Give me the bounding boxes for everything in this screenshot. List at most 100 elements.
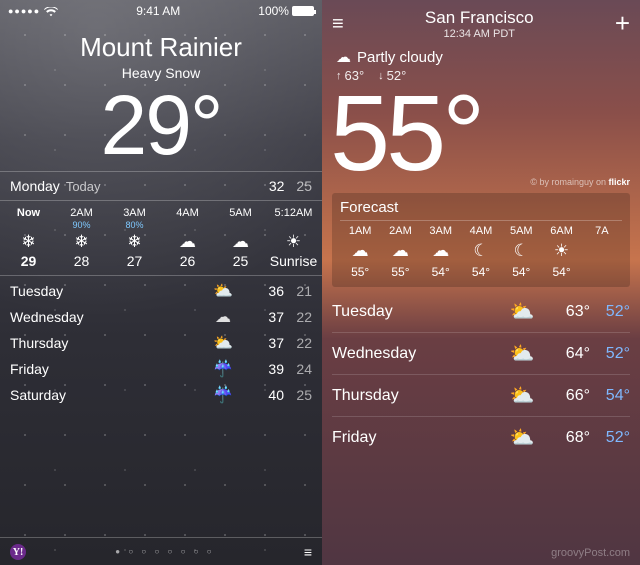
- hour-time: 7A: [582, 225, 622, 237]
- weather-icon: ❄︎: [2, 233, 55, 250]
- today-lo: 25: [296, 178, 312, 194]
- weather-icon: ⛅: [502, 425, 542, 450]
- yahoo-icon: Y!: [10, 544, 26, 560]
- hour-temp: Sunrise: [267, 253, 320, 269]
- condition-line: ☁︎ Partly cloudy: [336, 48, 626, 66]
- weather-icon: ⛅: [208, 333, 238, 353]
- weather-icon: ☁︎: [161, 233, 214, 250]
- hourly-col: 3AM ☁︎ 54°: [421, 225, 461, 279]
- weather-icon: ⛅: [502, 341, 542, 366]
- daily-row: Tuesday ⛅ 63° 52°: [332, 291, 630, 333]
- day-name: Saturday: [10, 387, 66, 403]
- day-hi: 37: [256, 309, 284, 325]
- hourly-col: 5AM ☁︎ 25: [214, 207, 267, 269]
- day-hi: 36: [256, 283, 284, 299]
- hour-temp: 54°: [541, 265, 581, 279]
- day-hi: 39: [256, 361, 284, 377]
- hourly-col: 3AM 80% ❄︎ 27: [108, 207, 161, 269]
- day-name: Wednesday: [10, 309, 84, 325]
- day-name: Tuesday: [332, 303, 393, 321]
- hour-time: 6AM: [541, 225, 581, 237]
- add-location-button[interactable]: +: [615, 16, 630, 32]
- condition-text: Partly cloudy: [357, 49, 443, 66]
- weather-icon: ☾: [461, 241, 501, 261]
- hour-time: 5AM: [214, 207, 267, 219]
- hour-temp: 25: [214, 253, 267, 269]
- hour-temp: 55°: [380, 265, 420, 279]
- watermark: groovyPost.com: [551, 547, 630, 559]
- forecast-heading: Forecast: [340, 199, 622, 216]
- hour-time: 1AM: [340, 225, 380, 237]
- location-name: Mount Rainier: [0, 32, 322, 63]
- day-name: Friday: [10, 361, 49, 377]
- hour-time: 4AM: [461, 225, 501, 237]
- daily-forecast[interactable]: Tuesday ⛅ 36 21 Wednesday ☁︎ 37 22 Thurs…: [0, 276, 322, 410]
- hour-time: 5:12AM: [267, 207, 320, 219]
- day-hi: 40: [256, 387, 284, 403]
- weather-icon: ☀︎: [541, 241, 581, 261]
- weather-icon: ☀︎: [267, 233, 320, 250]
- hourly-forecast[interactable]: 1AM ☁︎ 55° 2AM ☁︎ 55° 3AM ☁︎ 54° 4AM ☾ 5…: [340, 225, 622, 279]
- hour-pop: [2, 220, 55, 230]
- cloud-icon: ☁︎: [336, 48, 351, 66]
- hour-pop: 90%: [55, 220, 108, 230]
- hour-temp: 28: [55, 253, 108, 269]
- weather-icon: ❄︎: [55, 233, 108, 250]
- daily-row: Tuesday ⛅ 36 21: [10, 278, 312, 304]
- day-hi: 63°: [550, 303, 590, 321]
- day-lo: 21: [284, 283, 312, 299]
- day-hi: 68°: [550, 429, 590, 447]
- weather-icon: ☔: [208, 359, 238, 379]
- hourly-col: 2AM 90% ❄︎ 28: [55, 207, 108, 269]
- hour-time: 5AM: [501, 225, 541, 237]
- weather-icon: ☁︎: [421, 241, 461, 261]
- day-name: Wednesday: [332, 345, 416, 363]
- weather-icon: ☁︎: [340, 241, 380, 261]
- daily-row: Friday ☔ 39 24: [10, 356, 312, 382]
- hourly-col: 1AM ☁︎ 55°: [340, 225, 380, 279]
- daily-row: Saturday ☔ 40 25: [10, 382, 312, 408]
- flickr-logo: flickr: [608, 177, 630, 187]
- hour-pop: [161, 220, 214, 230]
- hourly-col: 5AM ☾ 54°: [501, 225, 541, 279]
- current-conditions: ☁︎ Partly cloudy ↑63° ↓52° 55°: [322, 42, 640, 189]
- hour-temp: 29: [2, 253, 55, 269]
- hour-temp: 27: [108, 253, 161, 269]
- weather-icon: ⛅: [502, 383, 542, 408]
- battery-block: 100%: [258, 4, 314, 18]
- day-name: Thursday: [332, 387, 399, 405]
- daily-row: Wednesday ☁︎ 37 22: [10, 304, 312, 330]
- daily-row: Wednesday ⛅ 64° 52°: [332, 333, 630, 375]
- provider-button[interactable]: Y!: [10, 543, 26, 561]
- page-dots[interactable]: ● ○ ○ ○ ○ ○ ○ ○: [26, 547, 304, 556]
- hour-time: 3AM: [108, 207, 161, 219]
- day-name: Friday: [332, 429, 376, 447]
- menu-button[interactable]: ≡: [332, 13, 344, 36]
- status-bar: ●●●●● 9:41 AM 100%: [0, 0, 322, 22]
- daily-forecast[interactable]: Tuesday ⛅ 63° 52° Wednesday ⛅ 64° 52° Th…: [332, 291, 630, 458]
- list-button[interactable]: ≡: [304, 544, 312, 560]
- day-name: Tuesday: [10, 283, 63, 299]
- hour-temp: 54°: [461, 265, 501, 279]
- hour-pop: [267, 220, 320, 230]
- city-name: San Francisco: [344, 8, 615, 28]
- day-lo: 52°: [590, 429, 630, 447]
- day-lo: 52°: [590, 303, 630, 321]
- current-temp: 55°: [330, 79, 626, 187]
- current-temp: 29°: [0, 83, 322, 167]
- today-day: Monday: [10, 178, 60, 194]
- yahoo-weather-screen: ≡ San Francisco 12:34 AM PDT + ☁︎ Partly…: [322, 0, 640, 565]
- today-row: Monday Today 32 25: [0, 171, 322, 200]
- hour-temp: 26: [161, 253, 214, 269]
- battery-icon: [292, 6, 314, 16]
- hour-time: Now: [2, 207, 55, 219]
- weather-icon: ❄︎: [108, 233, 161, 250]
- hourly-col: 4AM ☁︎ 26: [161, 207, 214, 269]
- title-block: San Francisco 12:34 AM PDT: [344, 8, 615, 40]
- battery-percent: 100%: [258, 4, 289, 18]
- hourly-col: 5:12AM ☀︎ Sunrise: [267, 207, 320, 269]
- day-hi: 37: [256, 335, 284, 351]
- hour-pop: [214, 220, 267, 230]
- hourly-forecast[interactable]: Now ❄︎ 29 2AM 90% ❄︎ 28 3AM 80% ❄︎ 27 4A…: [0, 200, 322, 276]
- hour-time: 2AM: [55, 207, 108, 219]
